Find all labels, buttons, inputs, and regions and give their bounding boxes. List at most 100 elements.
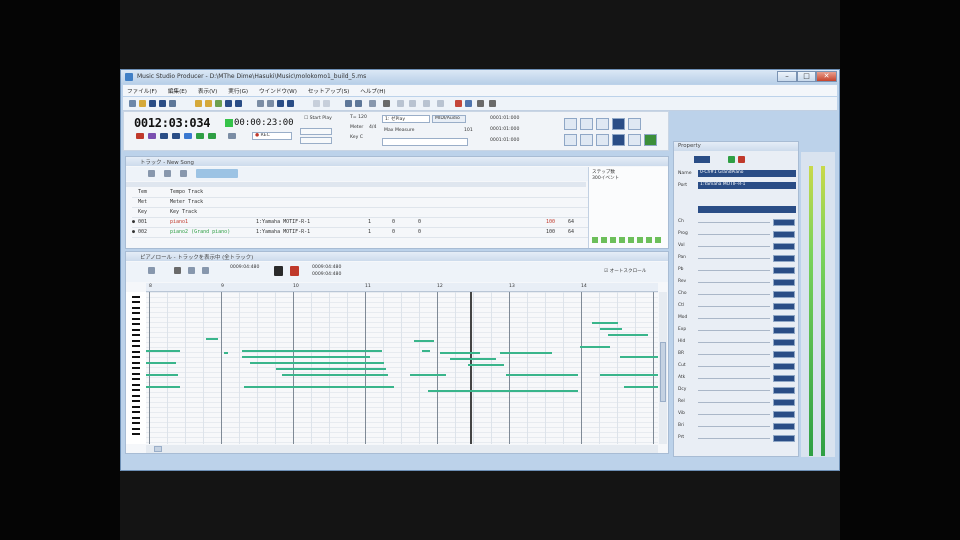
track-tool-3-icon[interactable]	[180, 170, 187, 177]
copy-icon[interactable]	[355, 100, 362, 107]
note[interactable]	[580, 346, 610, 348]
property-row[interactable]: Cho	[678, 290, 796, 299]
black-key[interactable]	[132, 351, 140, 353]
property-row[interactable]: Mod	[678, 314, 796, 323]
black-key[interactable]	[132, 323, 140, 325]
note[interactable]	[428, 390, 578, 392]
bar-chart-icon[interactable]	[477, 100, 484, 107]
property-row[interactable]: Vol	[678, 242, 796, 251]
menu-window[interactable]: ウインドウ(W)	[255, 85, 302, 95]
note[interactable]	[624, 386, 658, 388]
black-key[interactable]	[132, 400, 140, 402]
save-as-icon[interactable]	[159, 100, 166, 107]
note[interactable]	[146, 386, 180, 388]
wave-icon[interactable]	[596, 134, 609, 146]
track-mode-buttons[interactable]	[196, 169, 238, 178]
note[interactable]	[146, 362, 176, 364]
track-row-002[interactable]: ● 002 piano2 (Grand piano) 1:Yamaha MOTI…	[132, 228, 592, 238]
eraser-icon[interactable]	[423, 100, 430, 107]
locator-3[interactable]: 0001:01:000	[490, 138, 519, 143]
close-button[interactable]: ✕	[816, 71, 837, 82]
property-row[interactable]: Cut	[678, 362, 796, 371]
property-row[interactable]: Pan	[678, 254, 796, 263]
pr-grid-icon[interactable]	[188, 267, 195, 274]
note[interactable]	[242, 350, 382, 352]
score-icon[interactable]	[596, 118, 609, 130]
click-buttons[interactable]	[300, 137, 332, 144]
undo-icon[interactable]	[313, 100, 320, 107]
property-row[interactable]: BR	[678, 350, 796, 359]
track-tool-1-icon[interactable]	[148, 170, 155, 177]
note-grid[interactable]	[146, 292, 658, 444]
event-icon[interactable]	[580, 134, 593, 146]
minimize-button[interactable]: –	[777, 71, 797, 82]
property-row[interactable]: Rel	[678, 398, 796, 407]
black-key[interactable]	[132, 329, 140, 331]
scrollbar-thumb[interactable]	[660, 342, 666, 402]
property-row[interactable]: Bri	[678, 422, 796, 431]
track-row-key[interactable]: Key Key Track	[132, 208, 592, 218]
property-row[interactable]: Ch	[678, 218, 796, 227]
property-tab[interactable]	[694, 156, 710, 163]
new-file-icon[interactable]	[129, 100, 136, 107]
select-icon[interactable]	[397, 100, 404, 107]
horizontal-thumb[interactable]	[154, 446, 162, 452]
property-name-field[interactable]: 0-Ch#1 GrandPiano	[698, 170, 796, 177]
list-icon[interactable]	[628, 118, 641, 130]
mixer-icon[interactable]	[612, 118, 625, 130]
play-icon[interactable]	[184, 133, 192, 139]
property-port-field[interactable]: 1:Yamaha MOTIF-R-1	[698, 182, 796, 189]
export-icon[interactable]	[205, 100, 212, 107]
property-row[interactable]: Prt	[678, 434, 796, 443]
black-key[interactable]	[132, 356, 140, 358]
black-key[interactable]	[132, 362, 140, 364]
track-row-tempo[interactable]: Tem Tempo Track	[132, 188, 592, 198]
piano-roll-header[interactable]: ピアノロール - トラックを表示中 (全トラック)	[126, 252, 668, 261]
floppy-icon[interactable]	[277, 100, 284, 107]
black-key[interactable]	[132, 395, 140, 397]
black-key[interactable]	[132, 307, 140, 309]
property-red-icon[interactable]	[738, 156, 745, 163]
black-key[interactable]	[132, 345, 140, 347]
note[interactable]	[592, 322, 618, 324]
import-icon[interactable]	[195, 100, 202, 107]
note[interactable]	[440, 352, 480, 354]
horizontal-scrollbar[interactable]	[146, 445, 658, 453]
note[interactable]	[276, 368, 386, 370]
property-row[interactable]: Ctl	[678, 302, 796, 311]
black-key[interactable]	[132, 422, 140, 424]
tempo-icon[interactable]	[564, 134, 577, 146]
grid-icon[interactable]	[257, 100, 264, 107]
note[interactable]	[608, 334, 648, 336]
black-key[interactable]	[132, 301, 140, 303]
note[interactable]	[600, 328, 622, 330]
midi-audio-button[interactable]: MIDI/Audio	[432, 115, 466, 123]
metronome-buttons[interactable]	[300, 128, 332, 135]
track-row-meter[interactable]: Met Meter Track	[132, 198, 592, 208]
note[interactable]	[600, 374, 658, 376]
plugin-icon[interactable]	[644, 134, 657, 146]
note[interactable]	[450, 358, 496, 360]
delete-icon[interactable]	[383, 100, 390, 107]
property-row[interactable]: Pb	[678, 266, 796, 275]
title-bar[interactable]: Music Studio Producer - D:\MThe Dime\Has…	[121, 70, 839, 84]
vertical-scrollbar[interactable]	[659, 292, 667, 444]
track-row-001[interactable]: ● 001 piano1 1:Yamaha MOTIF-R-1 1 0 0 10…	[132, 218, 592, 228]
zoom-icon[interactable]	[437, 100, 444, 107]
property-header[interactable]: Property	[674, 142, 798, 151]
start-play-checkbox[interactable]: ☐ Start Play	[304, 116, 332, 121]
property-icon[interactable]	[612, 134, 625, 146]
song-select[interactable]	[382, 138, 468, 146]
track-window-header[interactable]: トラック - New Song	[126, 157, 668, 166]
menu-view[interactable]: 表示(V)	[194, 85, 222, 95]
note[interactable]	[414, 340, 434, 342]
loop-icon[interactable]	[228, 133, 236, 139]
open-folder-icon[interactable]	[139, 100, 146, 107]
note[interactable]	[468, 364, 504, 366]
note[interactable]	[242, 356, 370, 358]
fast-forward-icon[interactable]	[208, 133, 216, 139]
note[interactable]	[422, 350, 430, 352]
auto-scroll-checkbox[interactable]: ☑ オートスクロール	[604, 268, 646, 274]
floppy2-icon[interactable]	[287, 100, 294, 107]
property-row[interactable]: Atk	[678, 374, 796, 383]
